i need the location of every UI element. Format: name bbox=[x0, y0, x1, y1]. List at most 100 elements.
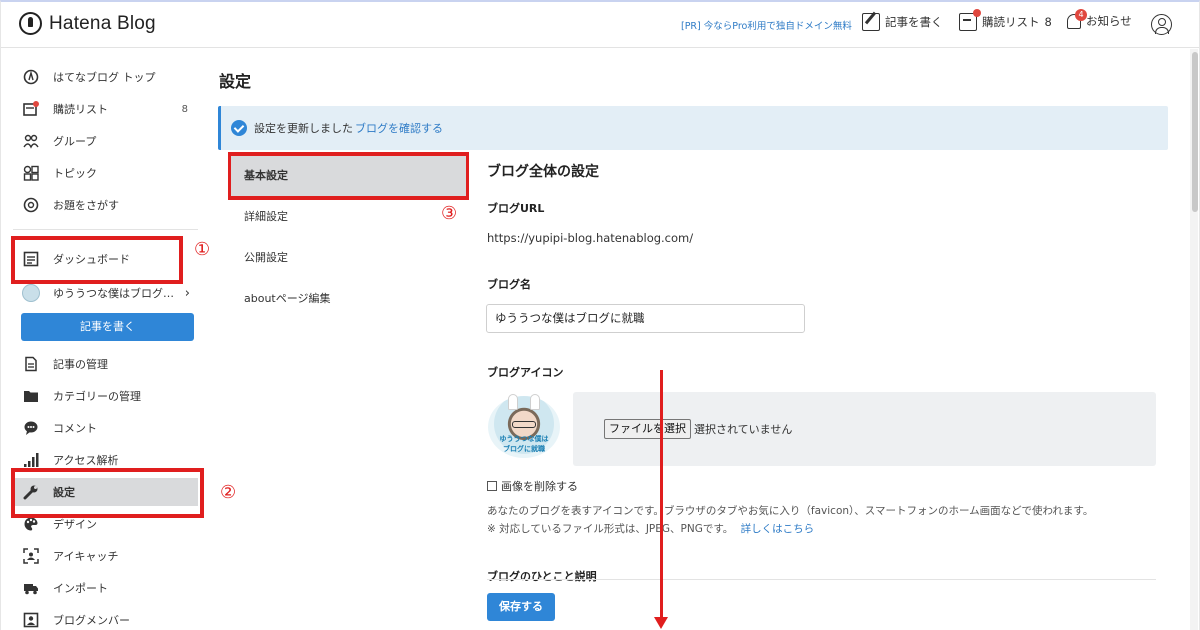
member-icon bbox=[22, 611, 40, 629]
header-reading-list-label: 購読リスト bbox=[982, 15, 1040, 29]
article-manage-icon bbox=[22, 355, 40, 373]
app-window: Hatena Blog [PR] 今ならPro利用で独自ドメイン無料 記事を書く… bbox=[0, 0, 1200, 630]
sidebar-item-label: 記事の管理 bbox=[53, 358, 108, 371]
blog-icon-preview: ゆううつな僕は ブログに就職 bbox=[488, 394, 560, 458]
sidebar-item-comment[interactable]: コメント bbox=[13, 414, 198, 442]
sidebar-divider bbox=[13, 229, 198, 230]
sidebar-item-label: デザイン bbox=[53, 518, 97, 531]
folder-icon bbox=[22, 387, 40, 405]
bell-icon: 4 bbox=[1067, 8, 1087, 29]
header-write-label: 記事を書く bbox=[885, 15, 943, 29]
blog-name-input[interactable]: ゆううつな僕はブログに就職 bbox=[486, 304, 805, 333]
blog-url-value: https://yupipi-blog.hatenablog.com/ bbox=[487, 231, 694, 245]
notification-badge: 4 bbox=[1075, 8, 1087, 21]
delete-image-checkbox[interactable] bbox=[487, 481, 497, 491]
hatena-logo-icon bbox=[19, 12, 42, 35]
sidebar-item-topic[interactable]: トピック bbox=[13, 159, 198, 187]
hatena-blog-logo[interactable]: Hatena Blog bbox=[19, 12, 156, 35]
sidebar-item-reading-list[interactable]: 購読リスト 8 bbox=[13, 95, 198, 123]
success-notice: 設定を更新しました ブログを確認する bbox=[218, 106, 1168, 150]
sidebar-item-label: はてなブログ トップ bbox=[53, 71, 156, 84]
eyecatch-icon bbox=[22, 547, 40, 565]
hatena-top-icon bbox=[22, 68, 40, 86]
sidebar-item-label: 購読リスト bbox=[53, 103, 108, 116]
icon-ear-left bbox=[508, 394, 518, 410]
edit-icon bbox=[862, 13, 880, 31]
icon-glasses bbox=[512, 421, 536, 428]
sidebar-item-label: ブログメンバー bbox=[53, 614, 130, 627]
topic-icon bbox=[22, 164, 40, 182]
header-notifications-button[interactable]: 4 お知らせ bbox=[1067, 8, 1132, 29]
account-button[interactable] bbox=[1151, 14, 1172, 35]
blog-icon-label: ブログアイコン bbox=[487, 366, 564, 379]
delete-image-checkbox-row[interactable]: 画像を削除する bbox=[487, 478, 578, 494]
tab-publish-settings[interactable]: 公開設定 bbox=[231, 238, 466, 278]
theme-search-icon bbox=[22, 196, 40, 214]
top-header: Hatena Blog [PR] 今ならPro利用で独自ドメイン無料 記事を書く… bbox=[1, 2, 1199, 48]
sidebar-item-label: アイキャッチ bbox=[53, 550, 119, 563]
icon-format-note: ※ 対応しているファイル形式は、JPEG、PNGです。 詳しくはこちら bbox=[487, 521, 814, 536]
reading-list-count: 8 bbox=[181, 103, 188, 115]
sidebar-item-hatena-top[interactable]: はてなブログ トップ bbox=[13, 63, 198, 91]
annotation-mark-2: ② bbox=[220, 482, 237, 503]
sidebar-item-label: ゆううつな僕はブログ… bbox=[53, 287, 174, 300]
icon-ear-right bbox=[530, 394, 540, 410]
icon-help-text: あなたのブログを表すアイコンです。ブラウザのタブやお気に入り（favicon）、… bbox=[487, 505, 1094, 517]
section-title: ブログ全体の設定 bbox=[487, 164, 599, 180]
sidebar-item-category-manage[interactable]: カテゴリーの管理 bbox=[13, 382, 198, 410]
annotation-mark-1: ① bbox=[194, 239, 211, 260]
save-button[interactable]: 保存する bbox=[487, 593, 555, 621]
delete-image-label: 画像を削除する bbox=[501, 480, 578, 493]
choose-file-button[interactable]: ファイルを選択 bbox=[604, 419, 691, 439]
user-avatar-icon bbox=[1151, 14, 1172, 35]
reading-list-icon bbox=[959, 9, 981, 31]
truck-icon bbox=[22, 579, 40, 597]
sidebar-item-label: トピック bbox=[53, 167, 97, 180]
tab-about-page-edit[interactable]: aboutページ編集 bbox=[231, 279, 466, 319]
arrow-down-icon bbox=[654, 617, 668, 629]
group-icon bbox=[22, 132, 40, 150]
sidebar-item-label: コメント bbox=[53, 422, 97, 435]
sidebar-item-members[interactable]: ブログメンバー bbox=[13, 606, 198, 630]
sidebar-item-label: アクセス解析 bbox=[53, 454, 119, 467]
section-divider bbox=[487, 579, 1156, 580]
blog-avatar-icon bbox=[22, 284, 40, 302]
tab-advanced-settings[interactable]: 詳細設定 bbox=[231, 197, 466, 237]
blog-url-label: ブログURL bbox=[487, 202, 545, 215]
sidebar: はてなブログ トップ 購読リスト 8 グループ トピック お題をさがす ダッシュ… bbox=[1, 49, 206, 630]
scrollbar-thumb[interactable] bbox=[1192, 52, 1198, 212]
sidebar-item-label: お題をさがす bbox=[53, 199, 119, 212]
analytics-icon bbox=[22, 451, 40, 469]
view-blog-link[interactable]: ブログを確認する bbox=[355, 120, 443, 136]
sidebar-item-article-manage[interactable]: 記事の管理 bbox=[13, 350, 198, 378]
check-circle-icon bbox=[231, 120, 247, 136]
sidebar-item-theme-search[interactable]: お題をさがす bbox=[13, 191, 198, 219]
header-reading-list-button[interactable]: 購読リスト 8 bbox=[959, 9, 1052, 31]
tab-basic-settings[interactable]: 基本設定 bbox=[231, 156, 466, 196]
sidebar-item-eyecatch[interactable]: アイキャッチ bbox=[13, 542, 198, 570]
annotation-arrow-line bbox=[660, 370, 663, 622]
sidebar-item-import[interactable]: インポート bbox=[13, 574, 198, 602]
sidebar-write-button[interactable]: 記事を書く bbox=[21, 313, 194, 341]
annotation-box-settings bbox=[11, 468, 204, 518]
annotation-box-dashboard bbox=[11, 236, 183, 284]
sidebar-item-label: カテゴリーの管理 bbox=[53, 390, 141, 403]
sidebar-item-label: グループ bbox=[53, 135, 97, 148]
blog-description-label: ブログのひとこと説明 bbox=[487, 570, 597, 583]
blog-name-label: ブログ名 bbox=[487, 278, 531, 291]
file-status: 選択されていません bbox=[694, 423, 793, 436]
format-note-text: ※ 対応しているファイル形式は、JPEG、PNGです。 bbox=[487, 523, 734, 535]
blog-icon-caption: ゆううつな僕は ブログに就職 bbox=[499, 435, 549, 453]
header-notifications-label: お知らせ bbox=[1086, 14, 1132, 28]
page-title: 設定 bbox=[219, 72, 252, 91]
logo-text: Hatena Blog bbox=[49, 12, 156, 34]
details-link[interactable]: 詳しくはこちら bbox=[741, 523, 815, 535]
reading-list-icon bbox=[22, 100, 40, 118]
comment-icon bbox=[22, 419, 40, 437]
chevron-right-icon: › bbox=[184, 285, 190, 301]
notice-text: 設定を更新しました bbox=[254, 122, 353, 135]
sidebar-item-group[interactable]: グループ bbox=[13, 127, 198, 155]
header-write-button[interactable]: 記事を書く bbox=[862, 13, 943, 31]
header-reading-list-count: 8 bbox=[1044, 15, 1052, 29]
pr-link[interactable]: [PR] 今ならPro利用で独自ドメイン無料 bbox=[681, 18, 852, 32]
